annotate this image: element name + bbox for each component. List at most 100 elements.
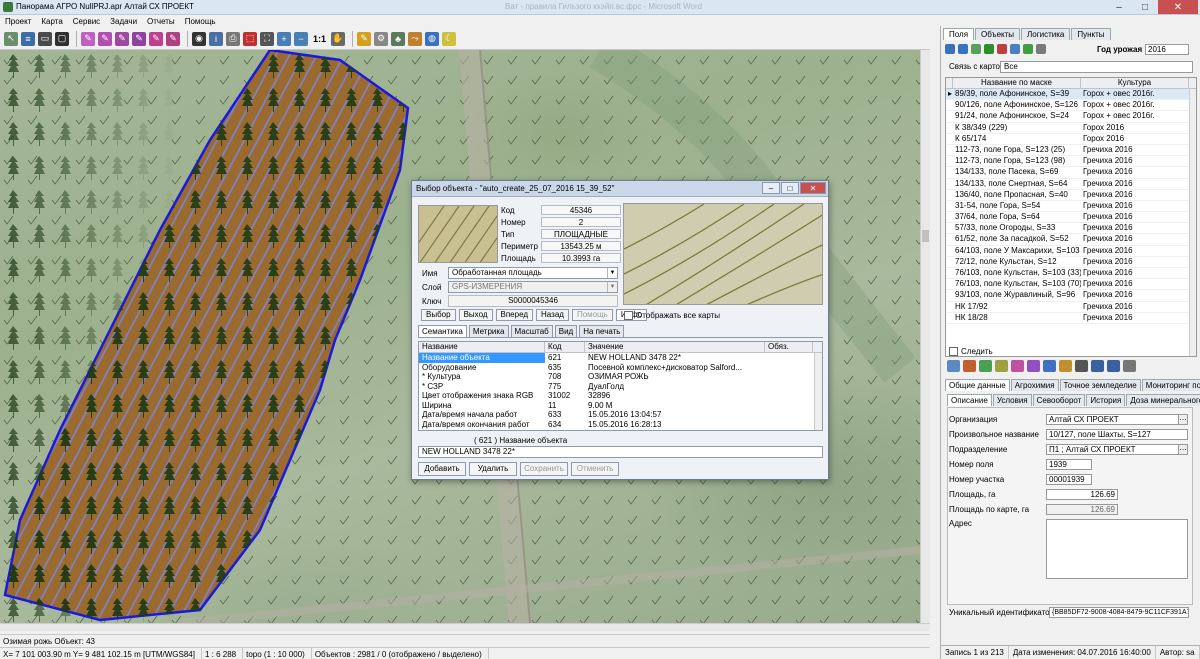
close-button[interactable]: ✕ <box>1158 0 1198 14</box>
table-row[interactable]: Оборудование 635 Посевной комплекс+дискова… <box>419 363 822 373</box>
chevron-down-icon[interactable]: ▼ <box>607 268 617 278</box>
save-button[interactable]: Сохранить <box>520 462 568 476</box>
list-item[interactable]: 91/24, поле Афонинское, S=24 Горох + овес… <box>946 111 1196 123</box>
tab-conditions[interactable]: Условия <box>992 394 1032 406</box>
frame-icon[interactable]: ▢ <box>55 31 69 46</box>
zoom-in-icon[interactable]: + <box>277 31 291 46</box>
exit-button[interactable]: Выход <box>458 309 493 321</box>
map-vertical-scrollbar[interactable] <box>920 50 930 623</box>
list-item[interactable]: 57/33, поле Огороды, S=33 Гречиха 2016 <box>946 223 1196 235</box>
chevron-down-icon[interactable]: ▼ <box>607 282 617 292</box>
tab-fertilizer[interactable]: Доза минерального удобрения <box>1126 394 1200 406</box>
zoom-frame-icon[interactable]: ⛶ <box>260 31 274 46</box>
list-item[interactable]: 93/103, поле Журавлиный, S=96 Гречиха 201… <box>946 290 1196 302</box>
zoom-out-icon[interactable]: − <box>294 31 308 46</box>
tractor-icon[interactable]: ⚙ <box>374 31 389 46</box>
field-export-icon[interactable] <box>1075 360 1088 372</box>
tab-general[interactable]: Общие данные <box>945 379 1010 391</box>
table-row[interactable]: * Культура 708 ОЗИМАЯ РОЖЬ <box>419 372 822 382</box>
edit-icon[interactable] <box>1010 44 1020 54</box>
field-split-icon[interactable] <box>995 360 1008 372</box>
tab-scale[interactable]: Масштаб <box>510 325 553 337</box>
add-icon[interactable] <box>984 44 994 54</box>
list-item[interactable]: 134/133, поле Пасека, S=69 Гречиха 2016 <box>946 167 1196 179</box>
measure-icon[interactable]: ✎ <box>166 31 180 46</box>
edit-object-icon[interactable]: ✎ <box>132 31 146 46</box>
select-area-icon[interactable]: ⬚ <box>243 31 257 46</box>
field-info-icon[interactable] <box>1043 360 1056 372</box>
harvest-year-combo[interactable]: 2016 <box>1145 44 1189 55</box>
hand-pan-icon[interactable]: ✋ <box>331 31 346 46</box>
address-textarea[interactable] <box>1046 519 1188 579</box>
list-item[interactable]: 76/103, поле Кульстан, S=103 (70) Гречиха… <box>946 279 1196 291</box>
list-item[interactable]: 136/40, поле Пропасная, S=40 Гречиха 2016 <box>946 190 1196 201</box>
dialog-minimize-button[interactable]: – <box>762 182 780 194</box>
field-icon[interactable]: ♣ <box>391 31 406 46</box>
tab-semantics[interactable]: Семантика <box>418 325 467 337</box>
attribute-value-input[interactable]: NEW HOLLAND 3478 22* <box>418 446 823 458</box>
tab-print[interactable]: На печать <box>579 325 625 337</box>
draw-point-icon[interactable]: ✎ <box>81 31 95 46</box>
filter-icon[interactable] <box>945 44 955 54</box>
tab-fields[interactable]: Поля <box>943 28 975 40</box>
list-item[interactable]: 90/126, поле Афонинское, S=126 Горох + ов… <box>946 100 1196 112</box>
follow-checkbox[interactable]: Следить <box>949 347 993 357</box>
dialog-close-button[interactable]: ✕ <box>800 182 826 194</box>
tab-precision-farming[interactable]: Точное земледелие <box>1059 379 1141 391</box>
list-item[interactable]: 31-54, поле Гора, S=54 Гречиха 2016 <box>946 201 1196 213</box>
field-layer-icon[interactable] <box>947 360 960 372</box>
table-row[interactable]: Цвет отображения знака RGB 31002 32896 <box>419 391 822 401</box>
dialog-maximize-button[interactable]: □ <box>781 182 799 194</box>
map-link-combo[interactable]: Все <box>1000 61 1193 73</box>
menu-tasks[interactable]: Задачи <box>105 15 142 27</box>
moon-icon[interactable]: ☾ <box>442 31 457 46</box>
list-item[interactable]: 134/133, поле Снертная, S=64 Гречиха 2016 <box>946 179 1196 190</box>
field-add-icon[interactable] <box>979 360 992 372</box>
field-draw-icon[interactable] <box>1011 360 1024 372</box>
plot-number-input[interactable]: 00001939 <box>1046 474 1092 485</box>
list-item[interactable]: К 65/174 Горох 2016 <box>946 134 1196 145</box>
layer-combo[interactable]: GPS-ИЗМЕРЕНИЯ ▼ <box>448 281 618 293</box>
info-icon[interactable]: i <box>209 31 223 46</box>
col-required[interactable]: Обяз. <box>765 342 813 352</box>
list-item[interactable]: 61/52, поле За пасадкой, S=52 Гречиха 201… <box>946 234 1196 246</box>
list-item[interactable]: 112-73, поле Гора, S=123 (25) Гречиха 201… <box>946 145 1196 157</box>
select-button[interactable]: Выбор <box>421 309 456 321</box>
fields-scrollbar[interactable] <box>1189 89 1196 356</box>
menu-map[interactable]: Карта <box>36 15 67 27</box>
layers-icon[interactable]: ≡ <box>21 31 35 46</box>
col-field-name[interactable]: Название по маске <box>953 78 1081 88</box>
route-icon[interactable]: ⤳ <box>408 31 423 46</box>
area-input[interactable]: 126.69 <box>1046 489 1118 500</box>
print-icon[interactable]: ⎙ <box>226 31 240 46</box>
tab-logistics[interactable]: Логистика <box>1021 28 1071 40</box>
org-field[interactable]: Алтай СХ ПРОЕКТ… <box>1046 414 1188 425</box>
help-button[interactable]: Помощь <box>571 309 613 321</box>
field-grid-icon[interactable] <box>1091 360 1104 372</box>
table-scrollbar[interactable] <box>814 353 822 430</box>
tab-points[interactable]: Пункты <box>1071 28 1111 40</box>
tab-crop-rotation[interactable]: Севооборот <box>1032 394 1086 406</box>
remove-icon[interactable] <box>997 44 1007 54</box>
tab-description[interactable]: Описание <box>947 394 992 406</box>
field-edit-icon[interactable] <box>963 360 976 372</box>
list-item[interactable]: 112-73, поле Гора, S=123 (98) Гречиха 201… <box>946 156 1196 168</box>
filter-clear-icon[interactable] <box>958 44 968 54</box>
table-row[interactable]: Ширина 11 9.00 M <box>419 401 822 411</box>
col-name[interactable]: Название <box>419 342 545 352</box>
scale-one-to-one-button[interactable]: 1:1 <box>311 32 328 46</box>
list-item[interactable]: НК 17/92 Гречиха 2016 <box>946 302 1196 313</box>
list-item[interactable]: НК 18/28 Гречиха 2016 <box>946 313 1196 324</box>
tab-history[interactable]: История <box>1086 394 1126 406</box>
maximize-button[interactable]: □ <box>1132 0 1158 14</box>
select-tool-icon[interactable]: ↖ <box>4 31 18 46</box>
more-icon[interactable]: … <box>1178 415 1187 424</box>
refresh-icon[interactable] <box>971 44 981 54</box>
division-field[interactable]: П1 ; Алтай СХ ПРОЕКТ… <box>1046 444 1188 455</box>
field-measure-icon[interactable] <box>1027 360 1040 372</box>
list-item[interactable]: 64/103, поле У Максарихи, S=103 Гречиха 2… <box>946 246 1196 257</box>
forward-button[interactable]: Вперед <box>495 309 534 321</box>
save-icon[interactable] <box>1023 44 1033 54</box>
col-code[interactable]: Код <box>545 342 585 352</box>
draw-polygon-icon[interactable]: ✎ <box>115 31 129 46</box>
